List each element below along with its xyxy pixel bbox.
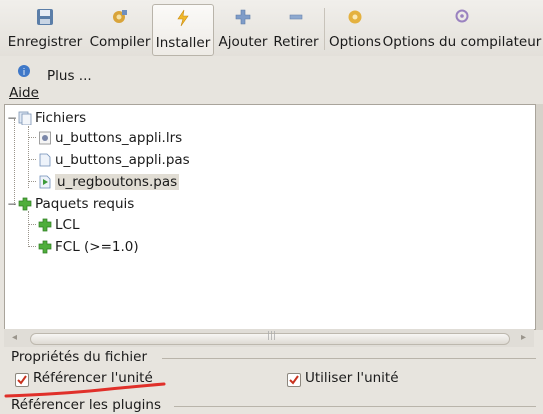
- pascal-file-icon: [38, 153, 52, 167]
- files-folder-icon: [18, 111, 32, 126]
- compile-icon: [109, 6, 131, 28]
- more-button[interactable]: Plus ...: [47, 68, 92, 84]
- toolbar-separator: [324, 8, 325, 50]
- options-button[interactable]: Options: [327, 4, 383, 54]
- install-button[interactable]: Installer: [152, 4, 214, 56]
- file-properties-title: Propriétés du fichier: [11, 349, 148, 365]
- grip-icon: |||: [267, 331, 277, 341]
- use-unit-label[interactable]: Utiliser l'unité: [305, 370, 399, 386]
- save-icon: [34, 6, 56, 28]
- group-divider: [174, 406, 536, 407]
- package-icon: [38, 240, 52, 254]
- tree-node-required-packages[interactable]: − Paquets requis: [7, 194, 134, 214]
- package-icon: [38, 218, 52, 232]
- register-unit-icon: [38, 175, 52, 189]
- tree-item-file[interactable]: u_buttons_appli.pas: [38, 150, 190, 170]
- tree-node-files[interactable]: − Fichiers: [7, 108, 86, 128]
- tree-item-file-selected[interactable]: u_regboutons.pas: [38, 172, 180, 192]
- package-toolbar: Enregistrer Compiler Installer Ajouter R…: [0, 0, 543, 56]
- help-button[interactable]: i Aide: [8, 64, 40, 101]
- tree-item-package[interactable]: FCL (>=1.0): [38, 237, 139, 257]
- tree-item-package[interactable]: LCL: [38, 215, 79, 235]
- scrollbar-thumb[interactable]: |||: [30, 331, 510, 345]
- secondary-toolbar: i Aide Plus ...: [0, 58, 543, 101]
- add-icon: [232, 6, 254, 28]
- save-button[interactable]: Enregistrer: [8, 4, 82, 54]
- horizontal-scrollbar[interactable]: ◂ ||| ▸: [4, 329, 534, 347]
- collapse-icon[interactable]: −: [7, 111, 17, 125]
- vertical-scrollbar[interactable]: [536, 104, 543, 330]
- compiler-options-button[interactable]: Options du compilateur: [383, 4, 541, 54]
- tree-item-file[interactable]: u_buttons_appli.lrs: [38, 128, 182, 148]
- use-unit-checkbox[interactable]: [287, 373, 301, 387]
- checkmark-icon: [289, 375, 299, 385]
- help-icon: i: [17, 64, 31, 82]
- reference-plugins-title: Référencer les plugins: [11, 397, 161, 413]
- compile-button[interactable]: Compiler: [88, 4, 152, 54]
- add-button[interactable]: Ajouter: [217, 4, 269, 54]
- compiler-options-icon: [451, 6, 473, 28]
- collapse-icon[interactable]: −: [7, 197, 17, 211]
- scroll-right-arrow-icon[interactable]: ▸: [521, 332, 526, 343]
- package-tree[interactable]: − Fichiers u_buttons_appli.lrs u_buttons…: [4, 104, 536, 330]
- install-icon: [172, 7, 194, 29]
- remove-icon: [285, 6, 307, 28]
- svg-text:i: i: [23, 68, 26, 78]
- group-divider: [162, 358, 536, 359]
- resource-file-icon: [38, 131, 52, 145]
- package-icon: [18, 197, 32, 211]
- remove-button[interactable]: Retirer: [271, 4, 321, 54]
- scroll-left-arrow-icon[interactable]: ◂: [12, 332, 17, 343]
- options-icon: [344, 6, 366, 28]
